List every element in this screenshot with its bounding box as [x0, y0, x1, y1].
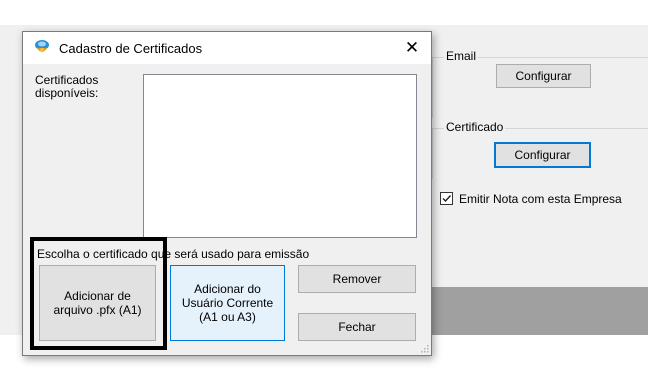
certificates-listbox[interactable]	[143, 74, 417, 238]
email-configure-button[interactable]: Configurar	[496, 64, 591, 88]
email-group-label: Email	[444, 49, 479, 63]
highlight-callout-box	[30, 237, 167, 350]
remove-button[interactable]: Remover	[298, 265, 416, 293]
parent-bottom-area	[420, 287, 648, 335]
checkmark-icon	[442, 195, 452, 203]
certificate-configure-button[interactable]: Configurar	[494, 142, 591, 168]
emit-invoice-label[interactable]: Emitir Nota com esta Empresa	[459, 192, 622, 206]
emit-invoice-checkbox[interactable]	[440, 192, 453, 205]
add-user-line1: Adicionar do	[194, 282, 261, 296]
available-label-line2: disponíveis:	[35, 86, 99, 100]
add-user-line3: (A1 ou A3)	[199, 310, 256, 324]
resize-grip-icon[interactable]	[419, 343, 429, 353]
add-user-line2: Usuário Corrente	[181, 296, 274, 310]
certificates-dialog: Cadastro de Certificados ✕ Certificados …	[22, 31, 432, 356]
dialog-title: Cadastro de Certificados	[59, 41, 203, 56]
certificate-group-label: Certificado	[444, 120, 506, 134]
close-icon[interactable]: ✕	[401, 37, 423, 59]
close-button[interactable]: Fechar	[298, 313, 416, 341]
certificate-app-icon	[35, 40, 49, 52]
dialog-titlebar: Cadastro de Certificados ✕	[23, 32, 431, 64]
add-from-current-user-button[interactable]: Adicionar do Usuário Corrente (A1 ou A3)	[170, 265, 285, 341]
available-certificates-label: Certificados disponíveis:	[35, 74, 98, 100]
